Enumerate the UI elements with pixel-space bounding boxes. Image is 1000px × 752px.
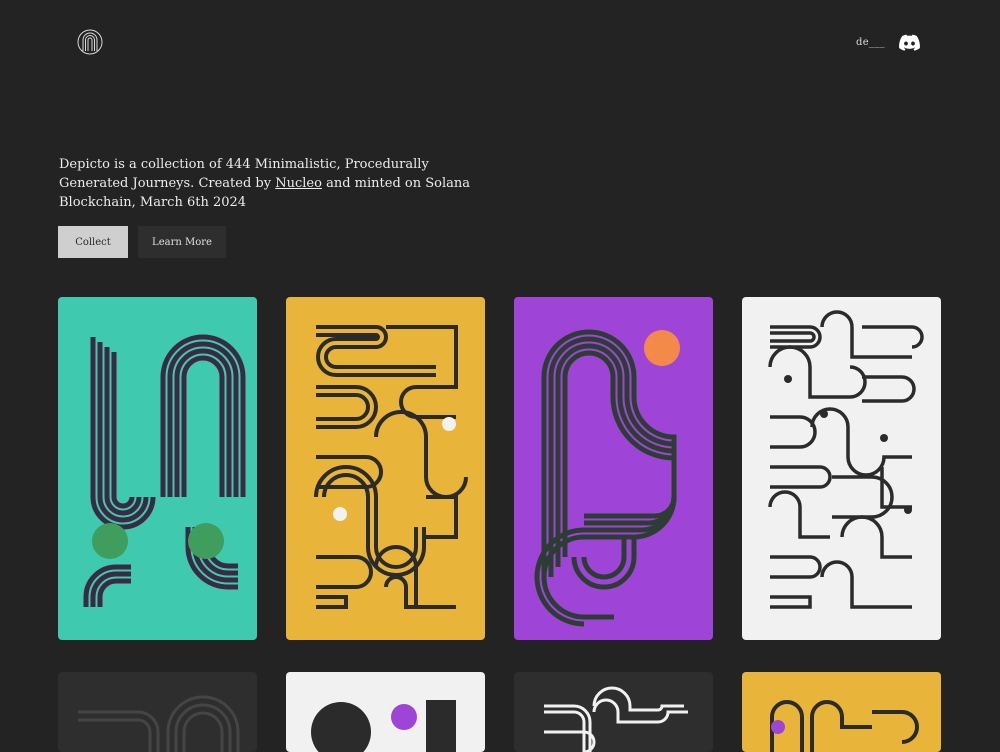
artwork-card-4[interactable] [742, 297, 941, 640]
depicto-logo-icon[interactable] [77, 29, 103, 55]
artwork-card-2[interactable] [286, 297, 485, 640]
artwork-image [83, 334, 246, 607]
artwork-image [768, 310, 924, 609]
artwork-image [314, 325, 468, 609]
artwork-card-3[interactable] [514, 297, 713, 640]
artwork-card-7[interactable] [514, 672, 713, 752]
artwork-image [311, 700, 456, 752]
learn-more-button[interactable]: Learn More [138, 226, 226, 258]
artwork-card-8[interactable] [742, 672, 941, 752]
nucleo-link[interactable]: Nucleo [275, 176, 322, 191]
artwork-image [534, 329, 680, 627]
artwork-image [544, 686, 688, 752]
artwork-card-6[interactable] [286, 672, 485, 752]
language-selector[interactable]: de___ [856, 37, 885, 48]
discord-icon[interactable] [899, 34, 920, 51]
artwork-image [770, 700, 919, 752]
intro-paragraph: Depicto is a collection of 444 Minimalis… [59, 155, 479, 212]
artwork-image [78, 695, 240, 752]
artwork-card-5[interactable] [58, 672, 257, 752]
collect-button[interactable]: Collect [58, 226, 128, 258]
artwork-card-1[interactable] [58, 297, 257, 640]
